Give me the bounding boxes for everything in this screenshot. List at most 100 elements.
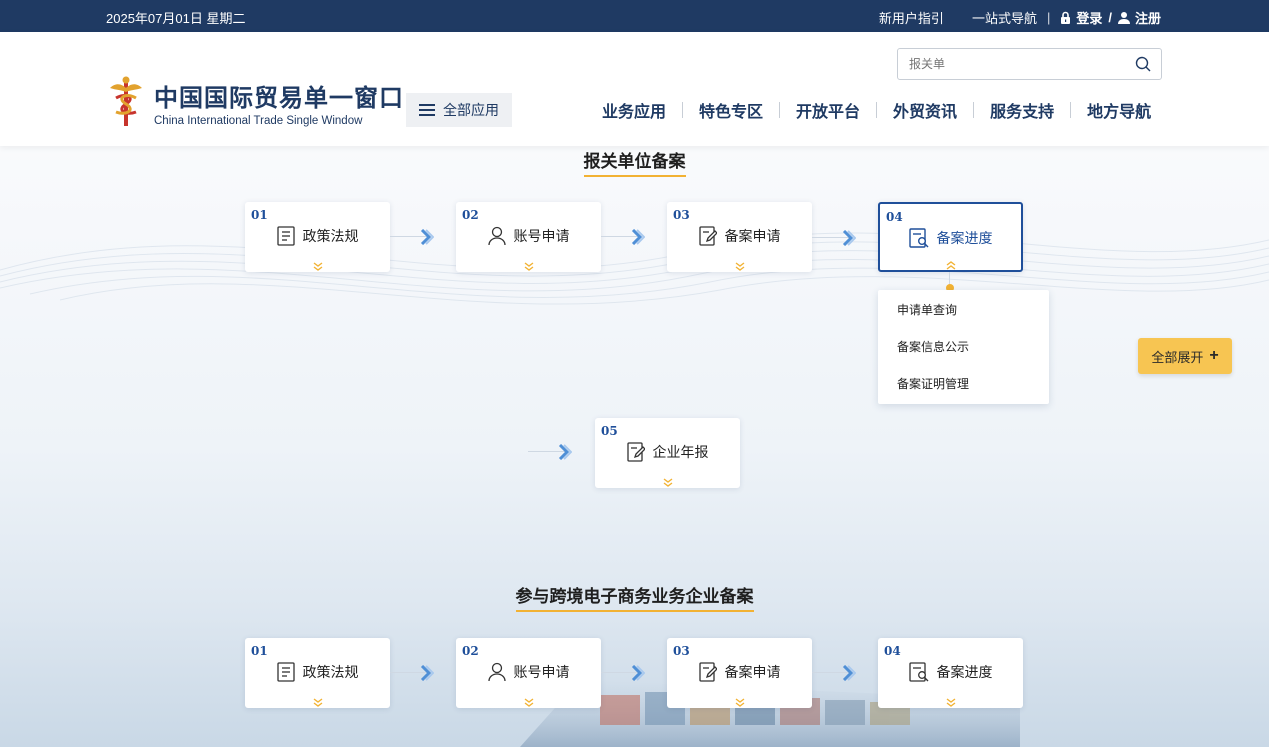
separator: | xyxy=(1047,10,1050,25)
step-number: 02 xyxy=(462,644,479,658)
step-label: 账号申请 xyxy=(514,662,570,682)
new-user-guide-link[interactable]: 新用户指引 xyxy=(879,8,944,27)
step-number: 05 xyxy=(601,424,618,438)
step-number: 01 xyxy=(251,208,268,222)
user-icon xyxy=(1118,11,1130,24)
current-date: 2025年07月01日 星期二 xyxy=(106,8,245,27)
filing-progress-dropdown: 申请单查询 备案信息公示 备案证明管理 xyxy=(878,290,1049,404)
double-chevron-right-icon xyxy=(842,665,856,681)
main-nav: 业务应用 特色专区 开放平台 外贸资讯 服务支持 地方导航 xyxy=(586,98,1167,122)
top-bar-links: 新用户指引 一站式导航 | 登录 / 注册 xyxy=(879,8,1161,27)
nav-featured-zone[interactable]: 特色专区 xyxy=(683,98,779,122)
edit-document-icon xyxy=(699,662,717,682)
double-chevron-right-icon xyxy=(420,665,434,681)
step-card-policy[interactable]: 01 政策法规 xyxy=(245,202,390,272)
step-arrow xyxy=(601,229,641,245)
step-number: 03 xyxy=(673,644,690,658)
document-icon xyxy=(277,226,295,246)
chevron-up-icon xyxy=(945,260,957,270)
expand-all-button[interactable]: 全部展开 + xyxy=(1138,338,1232,374)
step-card-annual-report[interactable]: 05 企业年报 xyxy=(595,418,740,488)
dropdown-item-application-query[interactable]: 申请单查询 xyxy=(897,301,957,318)
register-label: 注册 xyxy=(1135,8,1161,27)
login-label: 登录 xyxy=(1076,8,1102,27)
step-arrow xyxy=(528,444,568,460)
logo-english-name: China International Trade Single Window xyxy=(154,115,404,127)
logo-chinese-name: 中国国际贸易单一窗口 xyxy=(154,78,404,113)
caduceus-logo-icon xyxy=(106,76,146,128)
section-title: 报关单位备案 xyxy=(0,147,1269,177)
register-link[interactable]: 注册 xyxy=(1118,8,1161,27)
step-label: 政策法规 xyxy=(303,662,359,682)
step-card-filing-progress[interactable]: 04 备案进度 xyxy=(878,638,1023,708)
step-number: 04 xyxy=(884,644,901,658)
step-card-filing-application[interactable]: 03 备案申请 xyxy=(667,202,812,272)
step-card-policy[interactable]: 01 政策法规 xyxy=(245,638,390,708)
expand-all-label: 全部展开 xyxy=(1151,347,1203,366)
step-label: 备案申请 xyxy=(725,662,781,682)
document-search-icon xyxy=(909,228,929,248)
chevron-down-icon xyxy=(662,478,674,488)
dropdown-item-filing-certificate-management[interactable]: 备案证明管理 xyxy=(897,375,969,392)
search-input[interactable] xyxy=(898,49,1123,79)
step-card-account[interactable]: 02 账号申请 xyxy=(456,202,601,272)
edit-document-icon xyxy=(699,226,717,246)
site-logo[interactable]: 中国国际贸易单一窗口 China International Trade Sin… xyxy=(106,76,404,128)
step-label: 政策法规 xyxy=(303,226,359,246)
step-label: 企业年报 xyxy=(653,442,709,462)
step-arrow xyxy=(601,665,641,681)
step-number: 04 xyxy=(886,210,903,224)
step-number: 02 xyxy=(462,208,479,222)
document-search-icon xyxy=(909,662,929,682)
nav-local-navigation[interactable]: 地方导航 xyxy=(1071,98,1167,122)
step-arrow xyxy=(812,230,852,246)
login-link[interactable]: 登录 xyxy=(1060,8,1102,27)
one-stop-nav-link[interactable]: 一站式导航 xyxy=(972,8,1037,27)
nav-service-support[interactable]: 服务支持 xyxy=(974,98,1070,122)
document-icon xyxy=(277,662,295,682)
section-title: 参与跨境电子商务业务企业备案 xyxy=(0,582,1269,612)
chevron-down-icon xyxy=(523,698,535,708)
double-chevron-right-icon xyxy=(631,665,645,681)
step-label: 账号申请 xyxy=(514,226,570,246)
plus-icon: + xyxy=(1209,347,1218,365)
all-apps-label: 全部应用 xyxy=(443,100,499,120)
chevron-down-icon xyxy=(734,698,746,708)
chevron-down-icon xyxy=(312,262,324,272)
lock-icon xyxy=(1060,11,1071,24)
user-outline-icon xyxy=(488,226,506,246)
step-arrow xyxy=(390,229,430,245)
step-number: 03 xyxy=(673,208,690,222)
search-box xyxy=(897,48,1162,80)
step-label: 备案进度 xyxy=(937,228,993,248)
search-icon[interactable] xyxy=(1135,56,1151,72)
site-header: 中国国际贸易单一窗口 China International Trade Sin… xyxy=(0,32,1269,146)
chevron-down-icon xyxy=(523,262,535,272)
step-number: 01 xyxy=(251,644,268,658)
decorative-wave xyxy=(0,160,1269,340)
double-chevron-right-icon xyxy=(558,444,572,460)
double-chevron-right-icon xyxy=(842,230,856,246)
chevron-down-icon xyxy=(312,698,324,708)
step-label: 备案申请 xyxy=(725,226,781,246)
dropdown-item-filing-info-publicity[interactable]: 备案信息公示 xyxy=(897,338,969,355)
chevron-down-icon xyxy=(945,698,957,708)
all-apps-button[interactable]: 全部应用 xyxy=(406,93,512,127)
edit-document-icon xyxy=(627,442,645,462)
double-chevron-right-icon xyxy=(420,229,434,245)
menu-icon xyxy=(419,104,435,116)
top-bar: 2025年07月01日 星期二 新用户指引 一站式导航 | 登录 / 注册 xyxy=(0,0,1269,32)
slash: / xyxy=(1108,10,1112,25)
step-arrow xyxy=(390,665,430,681)
nav-trade-news[interactable]: 外贸资讯 xyxy=(877,98,973,122)
step-card-filing-progress[interactable]: 04 备案进度 xyxy=(878,202,1023,272)
step-card-filing-application[interactable]: 03 备案申请 xyxy=(667,638,812,708)
step-card-account[interactable]: 02 账号申请 xyxy=(456,638,601,708)
double-chevron-right-icon xyxy=(631,229,645,245)
step-label: 备案进度 xyxy=(937,662,993,682)
step-arrow xyxy=(812,665,852,681)
user-outline-icon xyxy=(488,662,506,682)
nav-open-platform[interactable]: 开放平台 xyxy=(780,98,876,122)
chevron-down-icon xyxy=(734,262,746,272)
nav-business-apps[interactable]: 业务应用 xyxy=(586,98,682,122)
